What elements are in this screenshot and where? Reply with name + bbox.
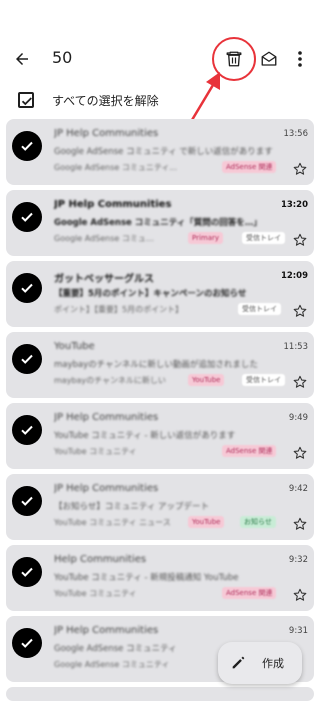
label-chip: 受信トレイ bbox=[242, 374, 285, 386]
label-chip: 受信トレイ bbox=[238, 303, 281, 315]
star-icon[interactable] bbox=[292, 303, 308, 319]
check-icon bbox=[21, 567, 33, 577]
email-snippet: YouTube コミュニティ bbox=[54, 447, 137, 456]
deselect-all-row[interactable]: すべての選択を解除 bbox=[0, 86, 320, 116]
compose-label: 作成 bbox=[262, 657, 284, 670]
star-icon[interactable] bbox=[292, 516, 308, 532]
email-row[interactable]: JP Help Communities 9:49 YouTube コミュニティ … bbox=[6, 403, 314, 469]
email-sender: ガットベッサーグルス bbox=[54, 274, 154, 285]
email-snippet: ポイント】【重要】5月のポイント】 bbox=[54, 305, 184, 314]
email-snippet: Google AdSense コミュ… bbox=[54, 234, 154, 243]
email-time: 9:31 bbox=[288, 626, 308, 636]
email-row[interactable]: JP Help Communities 13:56 Google AdSense… bbox=[6, 119, 314, 185]
selected-check[interactable] bbox=[12, 628, 42, 658]
selected-check[interactable] bbox=[12, 202, 42, 232]
selected-check[interactable] bbox=[12, 131, 42, 161]
deselect-all-label: すべての選択を解除 bbox=[52, 94, 159, 108]
email-time: 9:49 bbox=[288, 413, 308, 423]
mark-read-button[interactable] bbox=[255, 45, 283, 73]
more-vert-icon bbox=[298, 51, 302, 67]
selected-check[interactable] bbox=[12, 273, 42, 303]
email-sender: YouTube bbox=[54, 341, 95, 352]
label-chip: AdSense 関連 bbox=[222, 587, 277, 599]
email-time: 12:09 bbox=[280, 271, 308, 281]
email-snippet: YouTube コミュニティ ニュース bbox=[54, 518, 171, 527]
star-icon[interactable] bbox=[292, 445, 308, 461]
email-time: 9:32 bbox=[288, 555, 308, 565]
email-snippet: maybayのチャンネルに新しい bbox=[54, 376, 166, 385]
email-row[interactable]: JP Help Communities 9:42 【お知らせ】コミュニティ アッ… bbox=[6, 474, 314, 540]
label-chip: 受信トレイ bbox=[242, 232, 285, 244]
email-subject: YouTube コミュニティ - 新しい返信があります bbox=[54, 431, 236, 441]
email-subject: Google AdSense コミュニティ「質問の回答を…」 bbox=[54, 218, 262, 228]
label-chip: Primary bbox=[188, 232, 224, 244]
email-time: 13:56 bbox=[283, 129, 309, 139]
check-icon bbox=[21, 212, 33, 222]
email-subject: Google AdSense コミュニティ bbox=[54, 644, 177, 654]
gmail-selection-screen: 50 すべての選択を解除 JP Help Communities 13:56 G… bbox=[0, 0, 320, 712]
selected-check[interactable] bbox=[12, 415, 42, 445]
more-options-button[interactable] bbox=[288, 45, 312, 73]
check-icon bbox=[21, 354, 33, 364]
email-row[interactable]: ガットベッサーグルス 12:09 【重要】5月のポイント】キャンペーンのお知らせ… bbox=[6, 261, 314, 327]
label-chip: YouTube bbox=[188, 374, 225, 386]
label-chip: AdSense 関連 bbox=[222, 445, 277, 457]
star-icon[interactable] bbox=[292, 232, 308, 248]
arrow-back-icon bbox=[16, 53, 28, 65]
email-subject: 【重要】5月のポイント】キャンペーンのお知らせ bbox=[54, 289, 247, 299]
star-icon[interactable] bbox=[292, 161, 308, 177]
email-time: 11:53 bbox=[283, 342, 309, 352]
email-sender: JP Help Communities bbox=[54, 128, 159, 139]
star-icon[interactable] bbox=[292, 374, 308, 390]
label-chip: お知らせ bbox=[240, 516, 276, 528]
email-subject: maybayのチャンネルに新しい動画が追加されました bbox=[54, 360, 258, 370]
email-snippet: Google AdSense コミュニティ... bbox=[54, 163, 178, 172]
email-sender: JP Help Communities bbox=[54, 483, 159, 494]
email-subject: YouTube コミュニティ - 新規投稿通知 YouTube bbox=[54, 573, 239, 583]
email-sender: Help Communities bbox=[54, 554, 147, 565]
email-time: 13:20 bbox=[280, 200, 308, 210]
email-snippet: YouTube コミュニティ bbox=[54, 589, 137, 598]
email-row[interactable] bbox=[6, 687, 314, 701]
email-row[interactable]: YouTube 11:53 maybayのチャンネルに新しい動画が追加されました… bbox=[6, 332, 314, 398]
email-subject: 【お知らせ】コミュニティ アップデート bbox=[54, 502, 210, 512]
star-icon[interactable] bbox=[292, 587, 308, 603]
email-sender: JP Help Communities bbox=[54, 625, 159, 636]
email-row[interactable]: Help Communities 9:32 YouTube コミュニティ - 新… bbox=[6, 545, 314, 611]
label-chip: YouTube bbox=[188, 516, 225, 528]
check-icon bbox=[21, 141, 33, 151]
selected-count: 50 bbox=[52, 48, 73, 67]
back-button[interactable] bbox=[8, 45, 36, 73]
check-icon bbox=[21, 638, 33, 648]
email-time: 9:42 bbox=[288, 484, 308, 494]
selected-check[interactable] bbox=[12, 344, 42, 374]
label-chip: AdSense 関連 bbox=[222, 161, 277, 173]
envelope-open-icon bbox=[261, 51, 277, 66]
selected-check[interactable] bbox=[12, 486, 42, 516]
checkmark-icon bbox=[21, 97, 32, 106]
email-snippet: Google AdSense コミュニティ bbox=[54, 660, 170, 669]
check-icon bbox=[21, 283, 33, 293]
email-subject: Google AdSense コミュニティ で新しい返信があります bbox=[54, 147, 273, 157]
check-icon bbox=[21, 496, 33, 506]
email-sender: JP Help Communities bbox=[54, 412, 159, 423]
email-sender: JP Help Communities bbox=[54, 199, 172, 210]
email-row[interactable]: JP Help Communities 13:20 Google AdSense… bbox=[6, 190, 314, 256]
check-icon bbox=[21, 425, 33, 435]
pencil-icon bbox=[232, 656, 245, 669]
compose-button[interactable]: 作成 bbox=[218, 642, 302, 684]
selected-check[interactable] bbox=[12, 557, 42, 587]
deselect-all-checkbox[interactable] bbox=[18, 92, 34, 108]
